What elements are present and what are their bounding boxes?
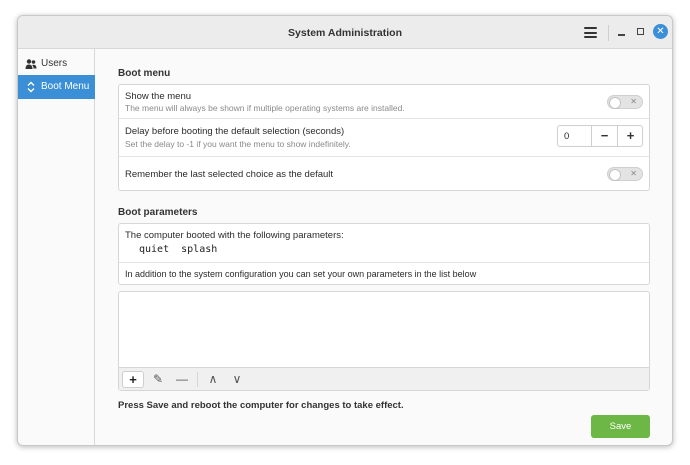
remember-choice-title: Remember the last selected choice as the… xyxy=(125,169,334,180)
boot-menu-card: Show the menu The menu will always be sh… xyxy=(118,84,650,191)
app-window: System Administration ✕ Users Boot Menu … xyxy=(17,15,673,446)
delay-input[interactable] xyxy=(558,126,592,146)
sidebar-item-label: Users xyxy=(41,58,68,69)
boot-menu-heading: Boot menu xyxy=(118,68,171,79)
delay-title: Delay before booting the default selecti… xyxy=(125,126,345,137)
move-up-button[interactable]: ∧ xyxy=(202,371,224,388)
move-down-button[interactable]: ∨ xyxy=(226,371,248,388)
delay-decrement-button[interactable]: − xyxy=(591,126,617,146)
window-title: System Administration xyxy=(288,27,402,39)
boot-parameters-info-card: The computer booted with the following p… xyxy=(118,223,650,285)
add-parameter-button[interactable]: + xyxy=(122,371,144,388)
remove-parameter-button[interactable]: — xyxy=(171,371,193,388)
list-toolbar: + ✎ — ∧ ∨ xyxy=(119,367,649,390)
reboot-note: Press Save and reboot the computer for c… xyxy=(118,400,404,411)
minus-icon: — xyxy=(176,372,188,386)
edit-parameter-button[interactable]: ✎ xyxy=(147,371,169,388)
users-icon xyxy=(25,58,37,70)
sidebar-item-boot-menu[interactable]: Boot Menu xyxy=(18,75,95,99)
toggle-knob xyxy=(609,169,621,181)
show-menu-title: Show the menu xyxy=(125,91,192,102)
delay-spinbutton: − + xyxy=(557,125,643,147)
toggle-off-icon: ✕ xyxy=(630,97,637,106)
chevron-down-icon: ∨ xyxy=(232,372,242,386)
title-bar: System Administration ✕ xyxy=(18,16,672,49)
remember-choice-toggle[interactable]: ✕ xyxy=(607,167,643,181)
plus-icon: + xyxy=(129,372,137,387)
boot-parameters-value: quiet splash xyxy=(139,244,218,255)
delay-increment-button[interactable]: + xyxy=(617,126,643,146)
boot-parameters-intro: The computer booted with the following p… xyxy=(125,230,344,241)
delay-subtitle: Set the delay to -1 if you want the menu… xyxy=(125,139,351,149)
sidebar: Users Boot Menu xyxy=(18,49,95,445)
show-menu-subtitle: The menu will always be shown if multipl… xyxy=(125,103,405,113)
boot-menu-icon xyxy=(25,81,37,93)
toolbar-separator xyxy=(197,372,198,387)
row-divider xyxy=(119,156,649,157)
show-menu-toggle[interactable]: ✕ xyxy=(607,95,643,109)
custom-parameters-list[interactable]: + ✎ — ∧ ∨ xyxy=(118,291,650,391)
row-divider xyxy=(119,262,649,263)
sidebar-item-label: Boot Menu xyxy=(41,81,90,92)
boot-parameters-heading: Boot parameters xyxy=(118,207,198,218)
chevron-up-icon: ∧ xyxy=(208,372,218,386)
pencil-icon: ✎ xyxy=(152,372,164,386)
boot-parameters-info: In addition to the system configuration … xyxy=(125,269,477,279)
hamburger-icon[interactable] xyxy=(584,27,597,38)
close-icon: ✕ xyxy=(656,26,665,37)
sidebar-item-users[interactable]: Users xyxy=(18,52,95,76)
close-button[interactable]: ✕ xyxy=(653,24,668,39)
row-divider xyxy=(119,118,649,119)
maximize-button[interactable] xyxy=(635,25,649,39)
toggle-knob xyxy=(609,97,621,109)
save-button[interactable]: Save xyxy=(591,415,650,438)
titlebar-separator xyxy=(608,25,609,41)
toggle-off-icon: ✕ xyxy=(630,169,637,178)
minimize-button[interactable] xyxy=(616,25,630,39)
